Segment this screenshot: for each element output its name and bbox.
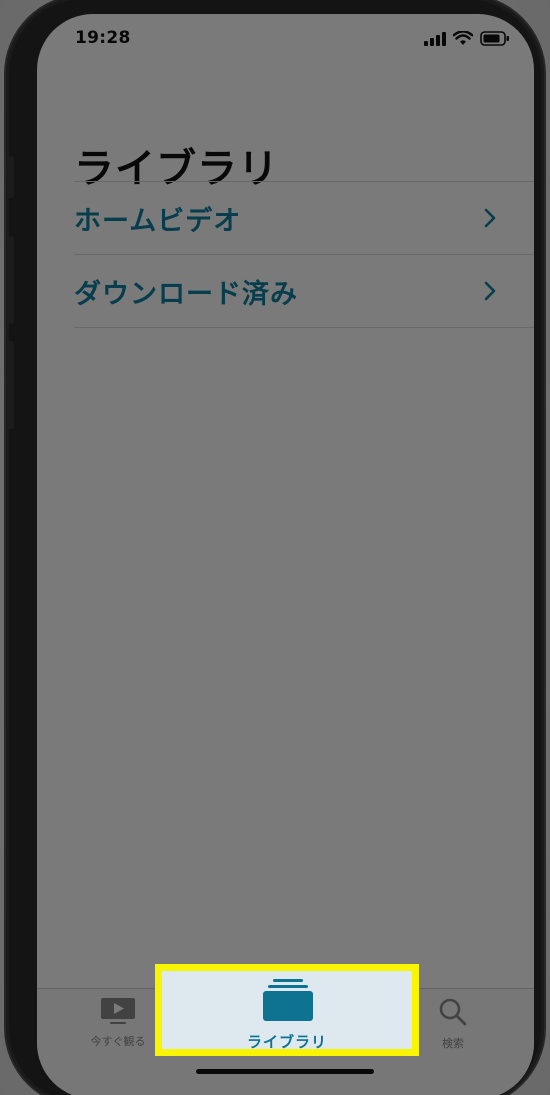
tab-label: 検索 xyxy=(442,1037,464,1050)
search-icon xyxy=(439,998,467,1026)
chevron-right-icon xyxy=(484,281,496,301)
battery-icon xyxy=(480,31,509,46)
status-icons xyxy=(424,31,510,46)
wifi-icon xyxy=(453,31,473,45)
status-bar: 19:28 xyxy=(37,14,534,64)
play-tv-icon xyxy=(101,998,135,1024)
cellular-signal-icon xyxy=(424,31,446,46)
volume-down-button xyxy=(6,341,14,429)
list-item-label: ダウンロード済み xyxy=(74,278,298,310)
list-item-home-video[interactable]: ホームビデオ xyxy=(74,181,534,254)
home-indicator xyxy=(196,1069,374,1074)
tab-search[interactable]: 検索 xyxy=(423,997,483,1051)
tab-library-highlighted[interactable]: ライブラリ xyxy=(155,964,419,1056)
tab-watch-now[interactable]: 今すぐ観る xyxy=(83,997,153,1049)
chevron-right-icon xyxy=(484,208,496,228)
tab-label-library: ライブラリ xyxy=(246,1033,327,1051)
phone-frame: 19:28 ライブラリ ホームビデオ ダウンロード済み 今すぐ観る 検索 xyxy=(6,0,544,1095)
status-time: 19:28 xyxy=(75,28,131,48)
list-item-label: ホームビデオ xyxy=(74,205,242,237)
tab-label: 今すぐ観る xyxy=(90,1035,146,1048)
screenshot-stage: 19:28 ライブラリ ホームビデオ ダウンロード済み 今すぐ観る 検索 ライブ… xyxy=(0,0,550,1095)
library-stack-icon xyxy=(263,979,313,1021)
list-item-downloaded[interactable]: ダウンロード済み xyxy=(74,254,534,328)
library-list: ホームビデオ ダウンロード済み xyxy=(74,181,534,328)
volume-up-button xyxy=(6,236,14,324)
mute-switch xyxy=(6,156,14,198)
phone-screen: 19:28 ライブラリ ホームビデオ ダウンロード済み 今すぐ観る 検索 xyxy=(37,14,534,1095)
